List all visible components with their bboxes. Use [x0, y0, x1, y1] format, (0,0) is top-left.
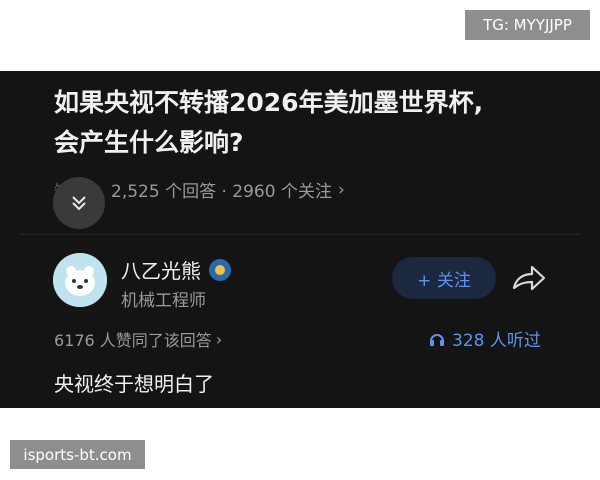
follow-button[interactable]: + 关注 [392, 257, 496, 299]
verified-badge-icon [209, 258, 231, 281]
avatar[interactable] [53, 253, 107, 307]
listen-count[interactable]: 328 人听过 [428, 326, 541, 351]
answer-text[interactable]: 央视终于想明白了 [54, 368, 214, 397]
chevron-right-icon: › [215, 329, 223, 349]
watermark-top: TG: MYYJJPP [465, 10, 590, 40]
agree-text: 6176 人赞同了该回答 [54, 331, 212, 350]
question-title-line1: 如果央视不转播2026年美加墨世界杯, [54, 88, 484, 117]
author-name-text: 八乙光熊 [121, 259, 201, 283]
question-title-line2: 会产生什么影响? [54, 128, 244, 157]
collapse-button[interactable] [53, 177, 105, 229]
share-arrow-icon[interactable] [508, 262, 548, 296]
watermark-bottom: isports-bt.com [10, 440, 145, 469]
app-screen: 如果央视不转播2026年美加墨世界杯, 会产生什么影响? 知 2,525 个回答… [0, 71, 600, 408]
chevron-right-icon: › [337, 179, 345, 200]
listen-text: 328 人听过 [452, 331, 541, 351]
headphone-icon [430, 333, 444, 346]
chevron-double-down-icon [72, 196, 86, 211]
author-name[interactable]: 八乙光熊 [121, 255, 231, 284]
agree-count[interactable]: 6176 人赞同了该回答 › [54, 327, 222, 351]
question-stats: 2,525 个回答 · 2960 个关注 [111, 182, 332, 202]
question-title[interactable]: 如果央视不转播2026年美加墨世界杯, 会产生什么影响? [54, 83, 554, 163]
polar-bear-avatar-icon [53, 253, 107, 307]
divider [20, 234, 580, 235]
author-title: 机械工程师 [121, 291, 206, 311]
